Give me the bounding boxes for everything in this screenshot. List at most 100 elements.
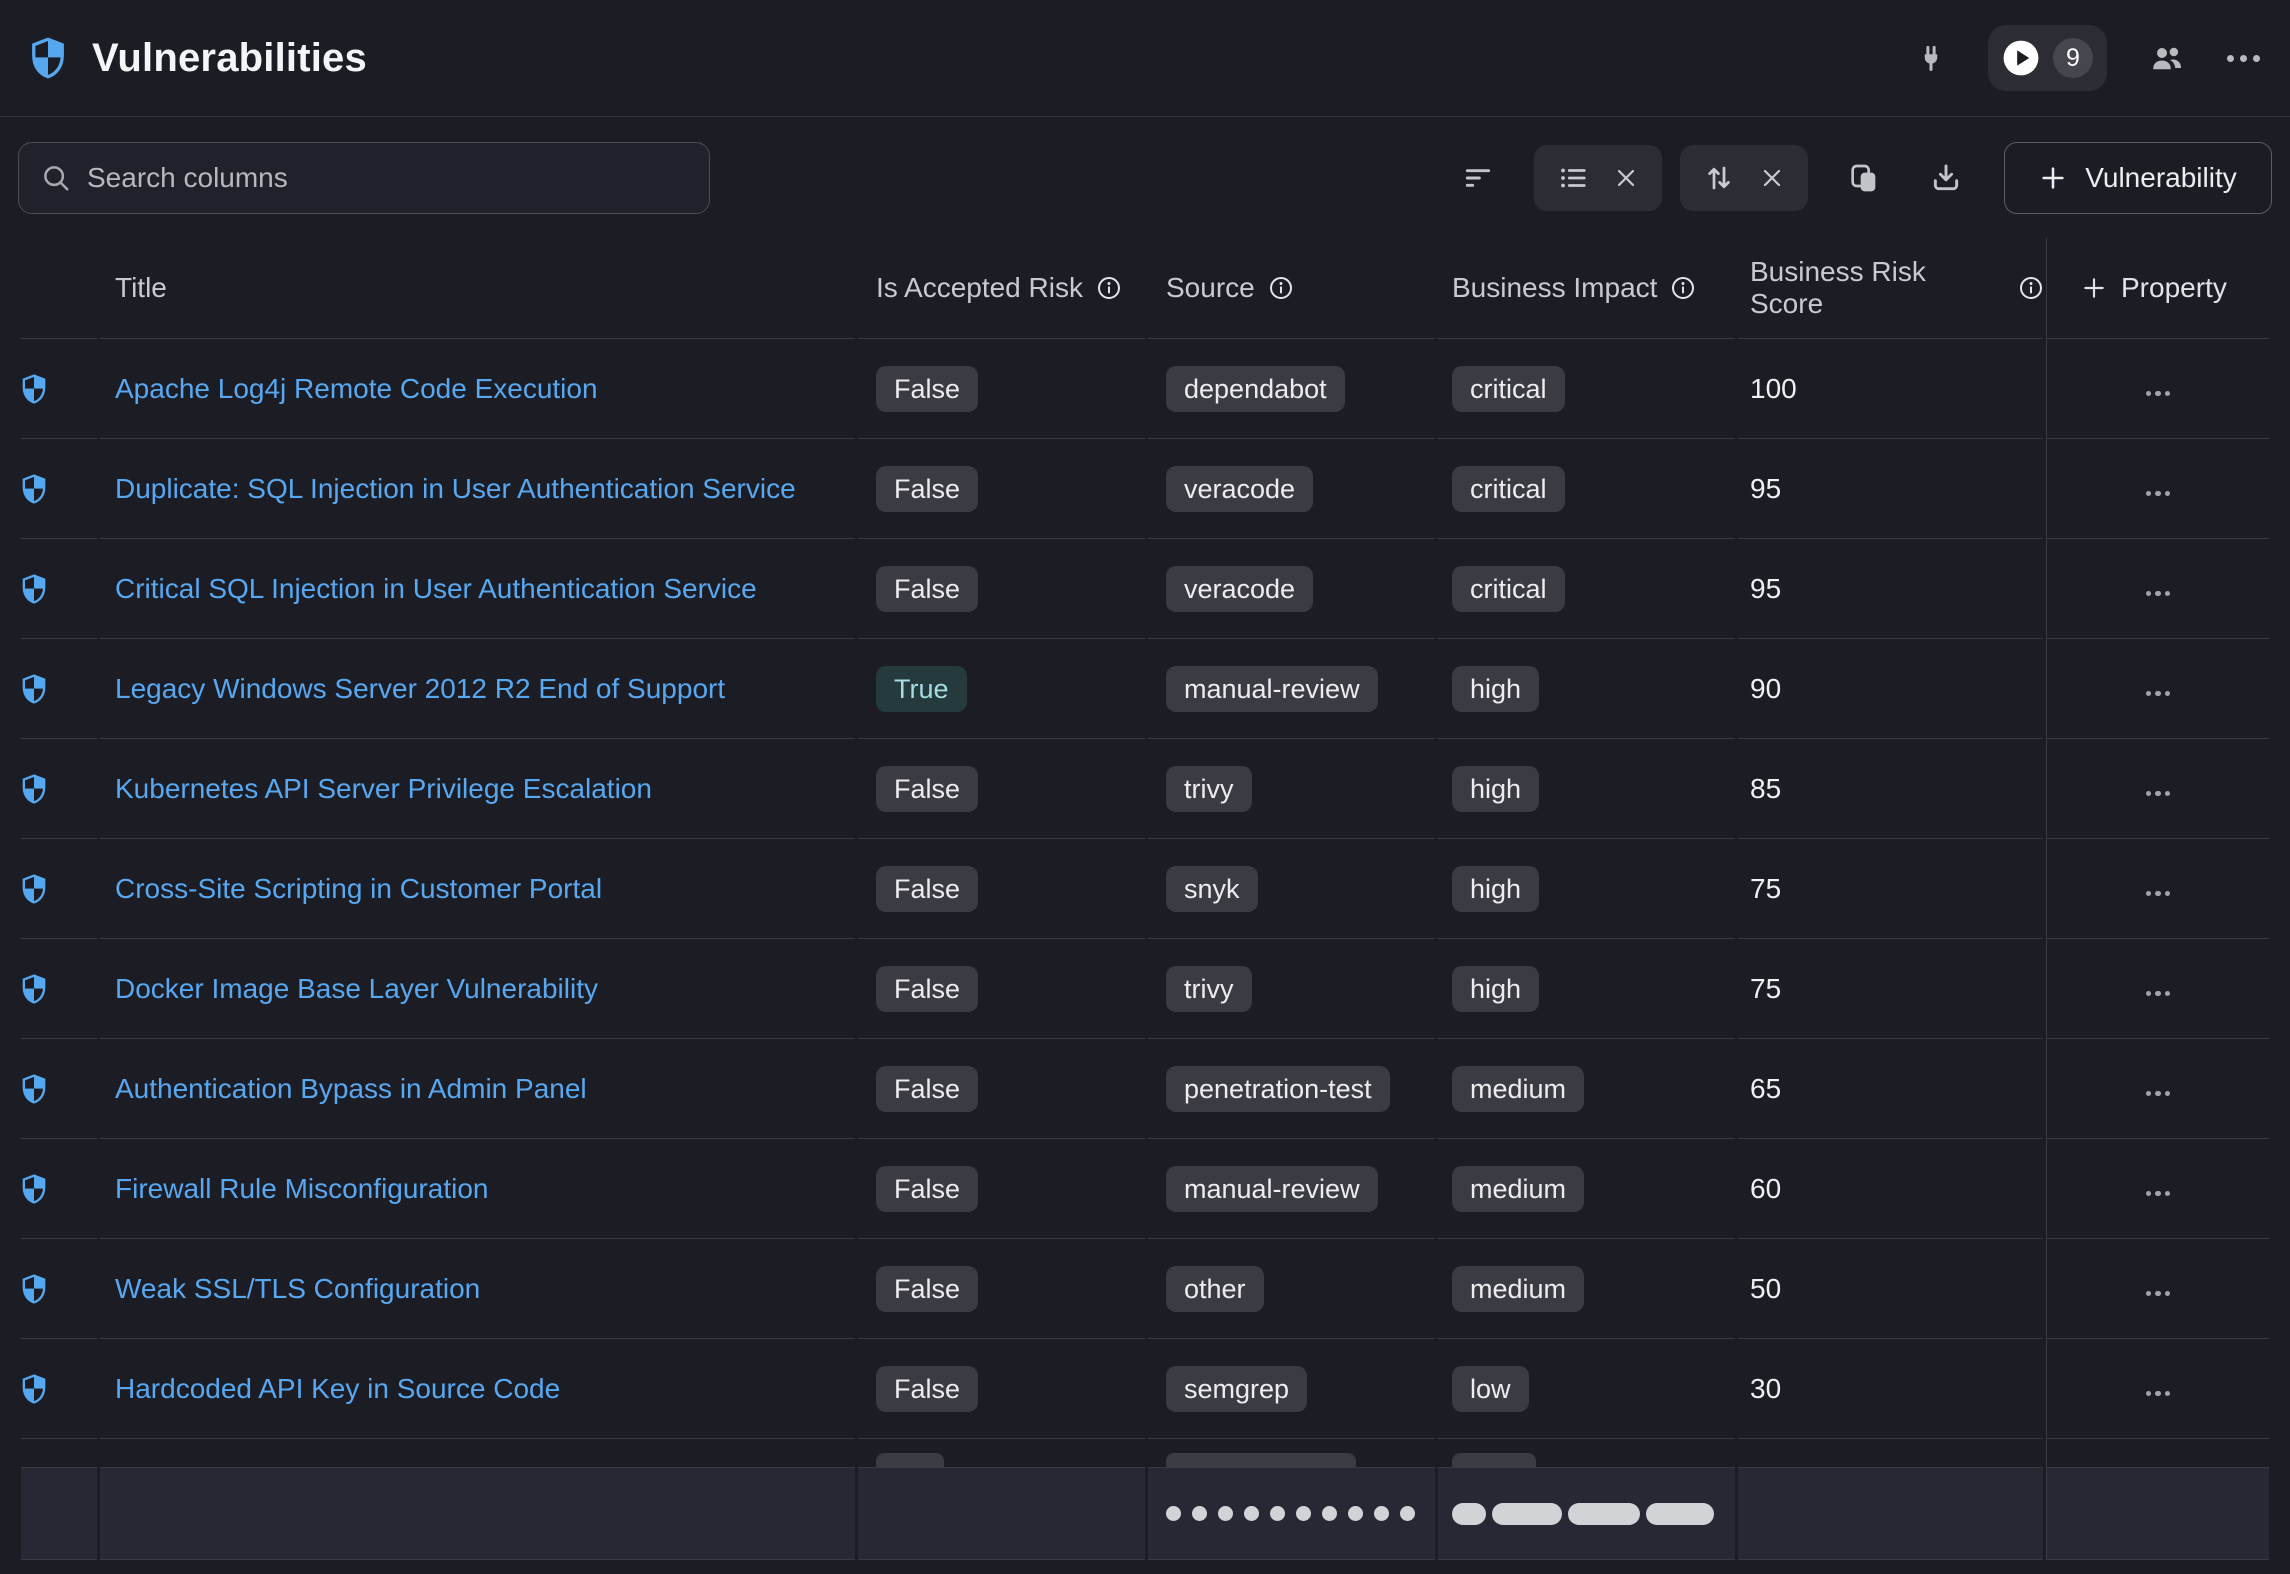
copy-button[interactable] xyxy=(1838,152,1890,204)
accepted-risk-badge: False xyxy=(876,966,978,1012)
runs-count-badge: 9 xyxy=(2053,38,2093,78)
add-vulnerability-button[interactable]: Vulnerability xyxy=(2004,142,2272,214)
row-shield-icon xyxy=(21,1274,47,1304)
source-badge: trivy xyxy=(1166,966,1252,1012)
accepted-risk-badge: False xyxy=(876,1266,978,1312)
risk-score-value: 95 xyxy=(1750,473,1781,504)
source-badge: semgrep xyxy=(1166,1366,1307,1412)
row-actions-button[interactable] xyxy=(2136,881,2181,907)
vulnerabilities-page: Vulnerabilities 9 xyxy=(0,0,2290,1574)
filter-button[interactable] xyxy=(1452,152,1504,204)
vulnerability-title-link[interactable]: Apache Log4j Remote Code Execution xyxy=(115,373,598,404)
clear-sort-button[interactable] xyxy=(1760,166,1784,190)
risk-score-value: 75 xyxy=(1750,973,1781,1004)
table-row: Duplicate: SQL Injection in User Authent… xyxy=(21,438,2269,538)
vulnerability-title-link[interactable]: Duplicate: SQL Injection in User Authent… xyxy=(115,473,796,504)
source-badge: veracode xyxy=(1166,466,1313,512)
risk-score-value: 95 xyxy=(1750,573,1781,604)
play-icon xyxy=(2002,39,2040,77)
impact-badge: high xyxy=(1452,866,1539,912)
impact-badge: critical xyxy=(1452,566,1565,612)
add-property-header[interactable]: Property xyxy=(2046,238,2269,338)
runs-button[interactable]: 9 xyxy=(1988,25,2107,91)
integrations-plug-button[interactable] xyxy=(1916,43,1946,73)
vulnerability-title-link[interactable]: Weak SSL/TLS Configuration xyxy=(115,1273,480,1304)
row-shield-icon xyxy=(21,974,47,1004)
row-actions-button[interactable] xyxy=(2136,681,2181,707)
source-badge: manual-review xyxy=(1166,1166,1378,1212)
group-by-control[interactable] xyxy=(1534,145,1662,211)
table-row: Firewall Rule Misconfiguration False man… xyxy=(21,1138,2269,1238)
row-shield-icon xyxy=(21,674,47,704)
info-icon[interactable] xyxy=(2019,276,2043,300)
table-row: Docker Image Base Layer Vulnerability Fa… xyxy=(21,938,2269,1038)
row-actions-button[interactable] xyxy=(2136,581,2181,607)
page-title: Vulnerabilities xyxy=(92,36,367,81)
risk-score-value: 60 xyxy=(1750,1173,1781,1204)
sort-control[interactable] xyxy=(1680,145,1808,211)
column-header-title[interactable]: Title xyxy=(100,238,855,338)
row-actions-button[interactable] xyxy=(2136,1181,2181,1207)
table-row: Cross-Site Scripting in Customer Portal … xyxy=(21,838,2269,938)
row-actions-button[interactable] xyxy=(2136,1281,2181,1307)
vulnerability-title-link[interactable]: Hardcoded API Key in Source Code xyxy=(115,1373,560,1404)
clear-group-by-button[interactable] xyxy=(1614,166,1638,190)
column-header-business-impact[interactable]: Business Impact xyxy=(1438,238,1735,338)
risk-score-value: 100 xyxy=(1750,373,1797,404)
search-icon xyxy=(41,163,71,193)
vulnerabilities-table: Title Is Accepted Risk Source xyxy=(0,238,2290,1560)
row-actions-button[interactable] xyxy=(2136,1381,2181,1407)
filter-lines-icon xyxy=(1462,162,1494,194)
impact-badge: critical xyxy=(1452,366,1565,412)
search-columns-input[interactable] xyxy=(87,162,687,194)
plus-icon xyxy=(2081,275,2107,301)
info-icon[interactable] xyxy=(1671,276,1695,300)
top-bar-actions: 9 xyxy=(1916,25,2260,91)
column-header-is-accepted-risk[interactable]: Is Accepted Risk xyxy=(858,238,1145,338)
table-toolbar: Vulnerability xyxy=(0,117,2290,238)
info-icon[interactable] xyxy=(1269,276,1293,300)
row-shield-icon xyxy=(21,574,47,604)
vulnerability-title-link[interactable]: Kubernetes API Server Privilege Escalati… xyxy=(115,773,652,804)
download-button[interactable] xyxy=(1920,152,1972,204)
clipped-badge xyxy=(1452,1453,1536,1467)
accepted-risk-badge: False xyxy=(876,766,978,812)
row-actions-button[interactable] xyxy=(2136,481,2181,507)
impact-badge: critical xyxy=(1452,466,1565,512)
impact-badge: low xyxy=(1452,1366,1529,1412)
table-row: Hardcoded API Key in Source Code False s… xyxy=(21,1338,2269,1438)
vulnerability-title-link[interactable]: Critical SQL Injection in User Authentic… xyxy=(115,573,757,604)
row-actions-button[interactable] xyxy=(2136,381,2181,407)
more-options-button[interactable] xyxy=(2227,55,2260,62)
impact-badge: medium xyxy=(1452,1266,1584,1312)
column-header-business-risk-score[interactable]: Business Risk Score xyxy=(1738,238,2043,338)
x-icon xyxy=(1760,166,1784,190)
row-actions-button[interactable] xyxy=(2136,1081,2181,1107)
info-icon[interactable] xyxy=(1097,276,1121,300)
vulnerability-title-link[interactable]: Docker Image Base Layer Vulnerability xyxy=(115,973,598,1004)
users-button[interactable] xyxy=(2149,43,2185,73)
plus-icon xyxy=(2039,164,2067,192)
accepted-risk-badge: False xyxy=(876,566,978,612)
top-bar: Vulnerabilities 9 xyxy=(0,0,2290,117)
vulnerability-title-link[interactable]: Legacy Windows Server 2012 R2 End of Sup… xyxy=(115,673,725,704)
more-dots-icon xyxy=(2227,55,2260,62)
risk-score-value: 90 xyxy=(1750,673,1781,704)
partially-visible-row xyxy=(21,1438,2269,1467)
skeleton-dots xyxy=(1148,1506,1435,1521)
vulnerability-title-link[interactable]: Firewall Rule Misconfiguration xyxy=(115,1173,488,1204)
column-header-source[interactable]: Source xyxy=(1148,238,1435,338)
row-actions-button[interactable] xyxy=(2136,781,2181,807)
row-shield-icon xyxy=(21,1174,47,1204)
sort-arrows-icon xyxy=(1704,163,1734,193)
vulnerability-title-link[interactable]: Cross-Site Scripting in Customer Portal xyxy=(115,873,602,904)
loading-skeleton-row xyxy=(21,1467,2269,1560)
vulnerability-title-link[interactable]: Authentication Bypass in Admin Panel xyxy=(115,1073,587,1104)
table-row: Legacy Windows Server 2012 R2 End of Sup… xyxy=(21,638,2269,738)
accepted-risk-badge: False xyxy=(876,1066,978,1112)
accepted-risk-badge: False xyxy=(876,1366,978,1412)
row-actions-button[interactable] xyxy=(2136,981,2181,1007)
list-icon xyxy=(1558,163,1588,193)
table-row: Authentication Bypass in Admin Panel Fal… xyxy=(21,1038,2269,1138)
source-badge: veracode xyxy=(1166,566,1313,612)
